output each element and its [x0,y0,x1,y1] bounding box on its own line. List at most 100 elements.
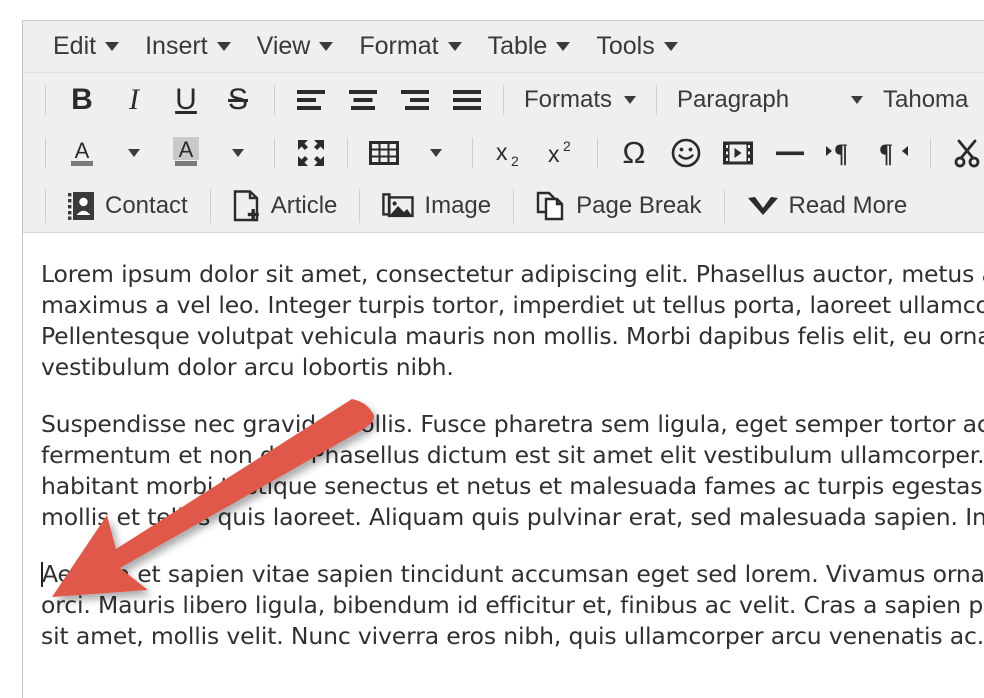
media-icon [723,141,753,164]
menu-item-insert[interactable]: Insert [132,30,244,63]
paragraph-2-line-2: fermentum et non dui. Phasellus dictum e… [41,441,984,469]
toolbar-separator [597,137,598,168]
insert-article-label: Article [270,191,338,219]
fullscreen-button[interactable] [285,133,337,173]
paragraph-2-line-3: habitant morbi tristique senectus et net… [41,472,984,500]
font-family-dropdown-label: Tahoma [883,85,969,113]
paragraph-3[interactable]: Aenean et sapien vitae sapien tincidunt … [23,559,984,652]
align-center-icon [349,89,377,110]
align-left-icon [297,89,325,110]
chevron-down-icon [663,42,678,51]
menu-item-view[interactable]: View [244,30,347,63]
left-to-right-icon: ¶ [826,139,848,168]
menu-item-table-label: Table [487,32,548,60]
toolbar-separator [45,188,46,223]
strikethrough-icon: S [227,82,248,116]
paragraph-1-line-4: vestibulum dolor arcu lobortis nibh. [41,353,454,381]
align-left-button[interactable] [285,80,337,120]
insert-read-more-button[interactable]: Read More [735,185,920,227]
paragraph-2-line-4: mollis et tellus quis laoreet. Aliquam q… [41,503,984,531]
insert-image-label: Image [424,191,492,219]
tinymce-editor-screen: Edit Insert View Format Table Tools B I … [0,0,984,698]
menu-item-format[interactable]: Format [346,30,474,63]
contact-card-icon [68,191,94,220]
insert-contact-label: Contact [105,191,188,219]
chevron-down-icon [556,42,571,51]
insert-page-break-button[interactable]: Page Break [524,185,713,227]
paragraph-3-line-3: sit amet, mollis velit. Nunc viverra ero… [41,622,984,650]
special-character-icon: Ω [622,135,646,170]
bold-icon: B [71,82,93,116]
left-to-right-button[interactable]: ¶ [816,133,868,173]
editor-content-area[interactable]: Lorem ipsum dolor sit amet, consectetur … [23,233,984,693]
strikethrough-button[interactable]: S [212,80,264,120]
table-button[interactable] [358,133,410,173]
toolbar-separator [45,84,46,115]
text-color-dropdown[interactable] [108,133,160,173]
superscript-icon: x 2 [548,138,571,167]
menubar: Edit Insert View Format Table Tools [23,21,984,73]
toolbar-separator [472,137,473,168]
toolbar-separator [359,188,361,223]
chevron-down-icon [851,95,864,104]
subscript-button[interactable]: x 2 [483,133,535,173]
insert-article-button[interactable]: Article [221,185,350,227]
rich-text-editor: Edit Insert View Format Table Tools B I … [22,20,984,698]
block-format-dropdown[interactable]: Paragraph [667,79,873,121]
background-color-button[interactable]: A [160,133,212,173]
paragraph-3-line-1: Aenean et sapien vitae sapien tincidunt … [41,559,984,590]
text-color-button[interactable]: A [56,133,108,173]
svg-text:A: A [75,138,90,163]
chevron-down-icon [128,148,140,157]
paragraph-2[interactable]: Suspendisse nec gravida mollis. Fusce ph… [23,409,984,533]
align-center-button[interactable] [337,80,389,120]
menu-item-table[interactable]: Table [475,30,584,63]
paragraph-1-line-1: Lorem ipsum dolor sit amet, consectetur … [41,260,984,288]
bold-button[interactable]: B [56,80,108,120]
chevron-down-icon [319,42,334,51]
underline-button[interactable]: U [160,80,212,120]
chevron-down-icon [216,42,231,51]
cut-button[interactable] [941,133,984,173]
paragraph-3-line-1-text: Aenean et sapien vitae sapien tincidunt … [42,560,984,588]
insert-contact-button[interactable]: Contact [56,185,200,227]
article-add-icon [233,189,259,221]
svg-text:x: x [548,141,560,167]
toolbar-separator [503,84,504,115]
svg-text:x: x [496,139,508,165]
media-button[interactable] [712,133,764,173]
align-justify-icon [453,89,481,110]
scissors-icon [954,139,980,167]
horizontal-rule-icon [776,151,804,155]
superscript-button[interactable]: x 2 [535,133,587,173]
background-color-dropdown[interactable] [212,133,264,173]
emoticons-button[interactable] [660,133,712,173]
menu-item-tools[interactable]: Tools [583,30,690,63]
paragraph-1[interactable]: Lorem ipsum dolor sit amet, consectetur … [23,259,984,383]
paragraph-3-line-2: orci. Mauris libero ligula, bibendum id … [41,591,984,619]
italic-button[interactable]: I [108,80,160,120]
right-to-left-button[interactable]: ¶ [868,133,920,173]
insert-image-button[interactable]: Image [370,185,503,227]
menu-item-insert-label: Insert [145,32,208,60]
table-dropdown[interactable] [410,133,462,173]
align-justify-button[interactable] [441,80,493,120]
horizontal-rule-button[interactable] [764,133,816,173]
formats-dropdown[interactable]: Formats [514,79,646,121]
align-right-button[interactable] [389,80,441,120]
right-to-left-icon: ¶ [879,139,908,168]
paragraph-1-line-3: Pellentesque volutpat vehicula mauris no… [41,322,984,350]
toolbar-separator [513,188,515,223]
svg-text:2: 2 [511,153,519,169]
toolbar-row-plugins: Contact Article Image Page Break Read Mo… [23,179,984,233]
svg-text:¶: ¶ [834,139,848,168]
special-character-button[interactable]: Ω [608,133,660,173]
chevron-down-icon [105,42,120,51]
menu-item-view-label: View [256,32,311,60]
menu-item-edit[interactable]: Edit [40,30,132,63]
font-family-dropdown[interactable]: Tahoma [873,79,978,121]
emoticon-icon [671,138,701,167]
subscript-icon: x 2 [496,139,519,169]
svg-text:¶: ¶ [879,139,893,168]
paragraph-1-line-2: maximus a vel leo. Integer turpis tortor… [41,291,984,319]
